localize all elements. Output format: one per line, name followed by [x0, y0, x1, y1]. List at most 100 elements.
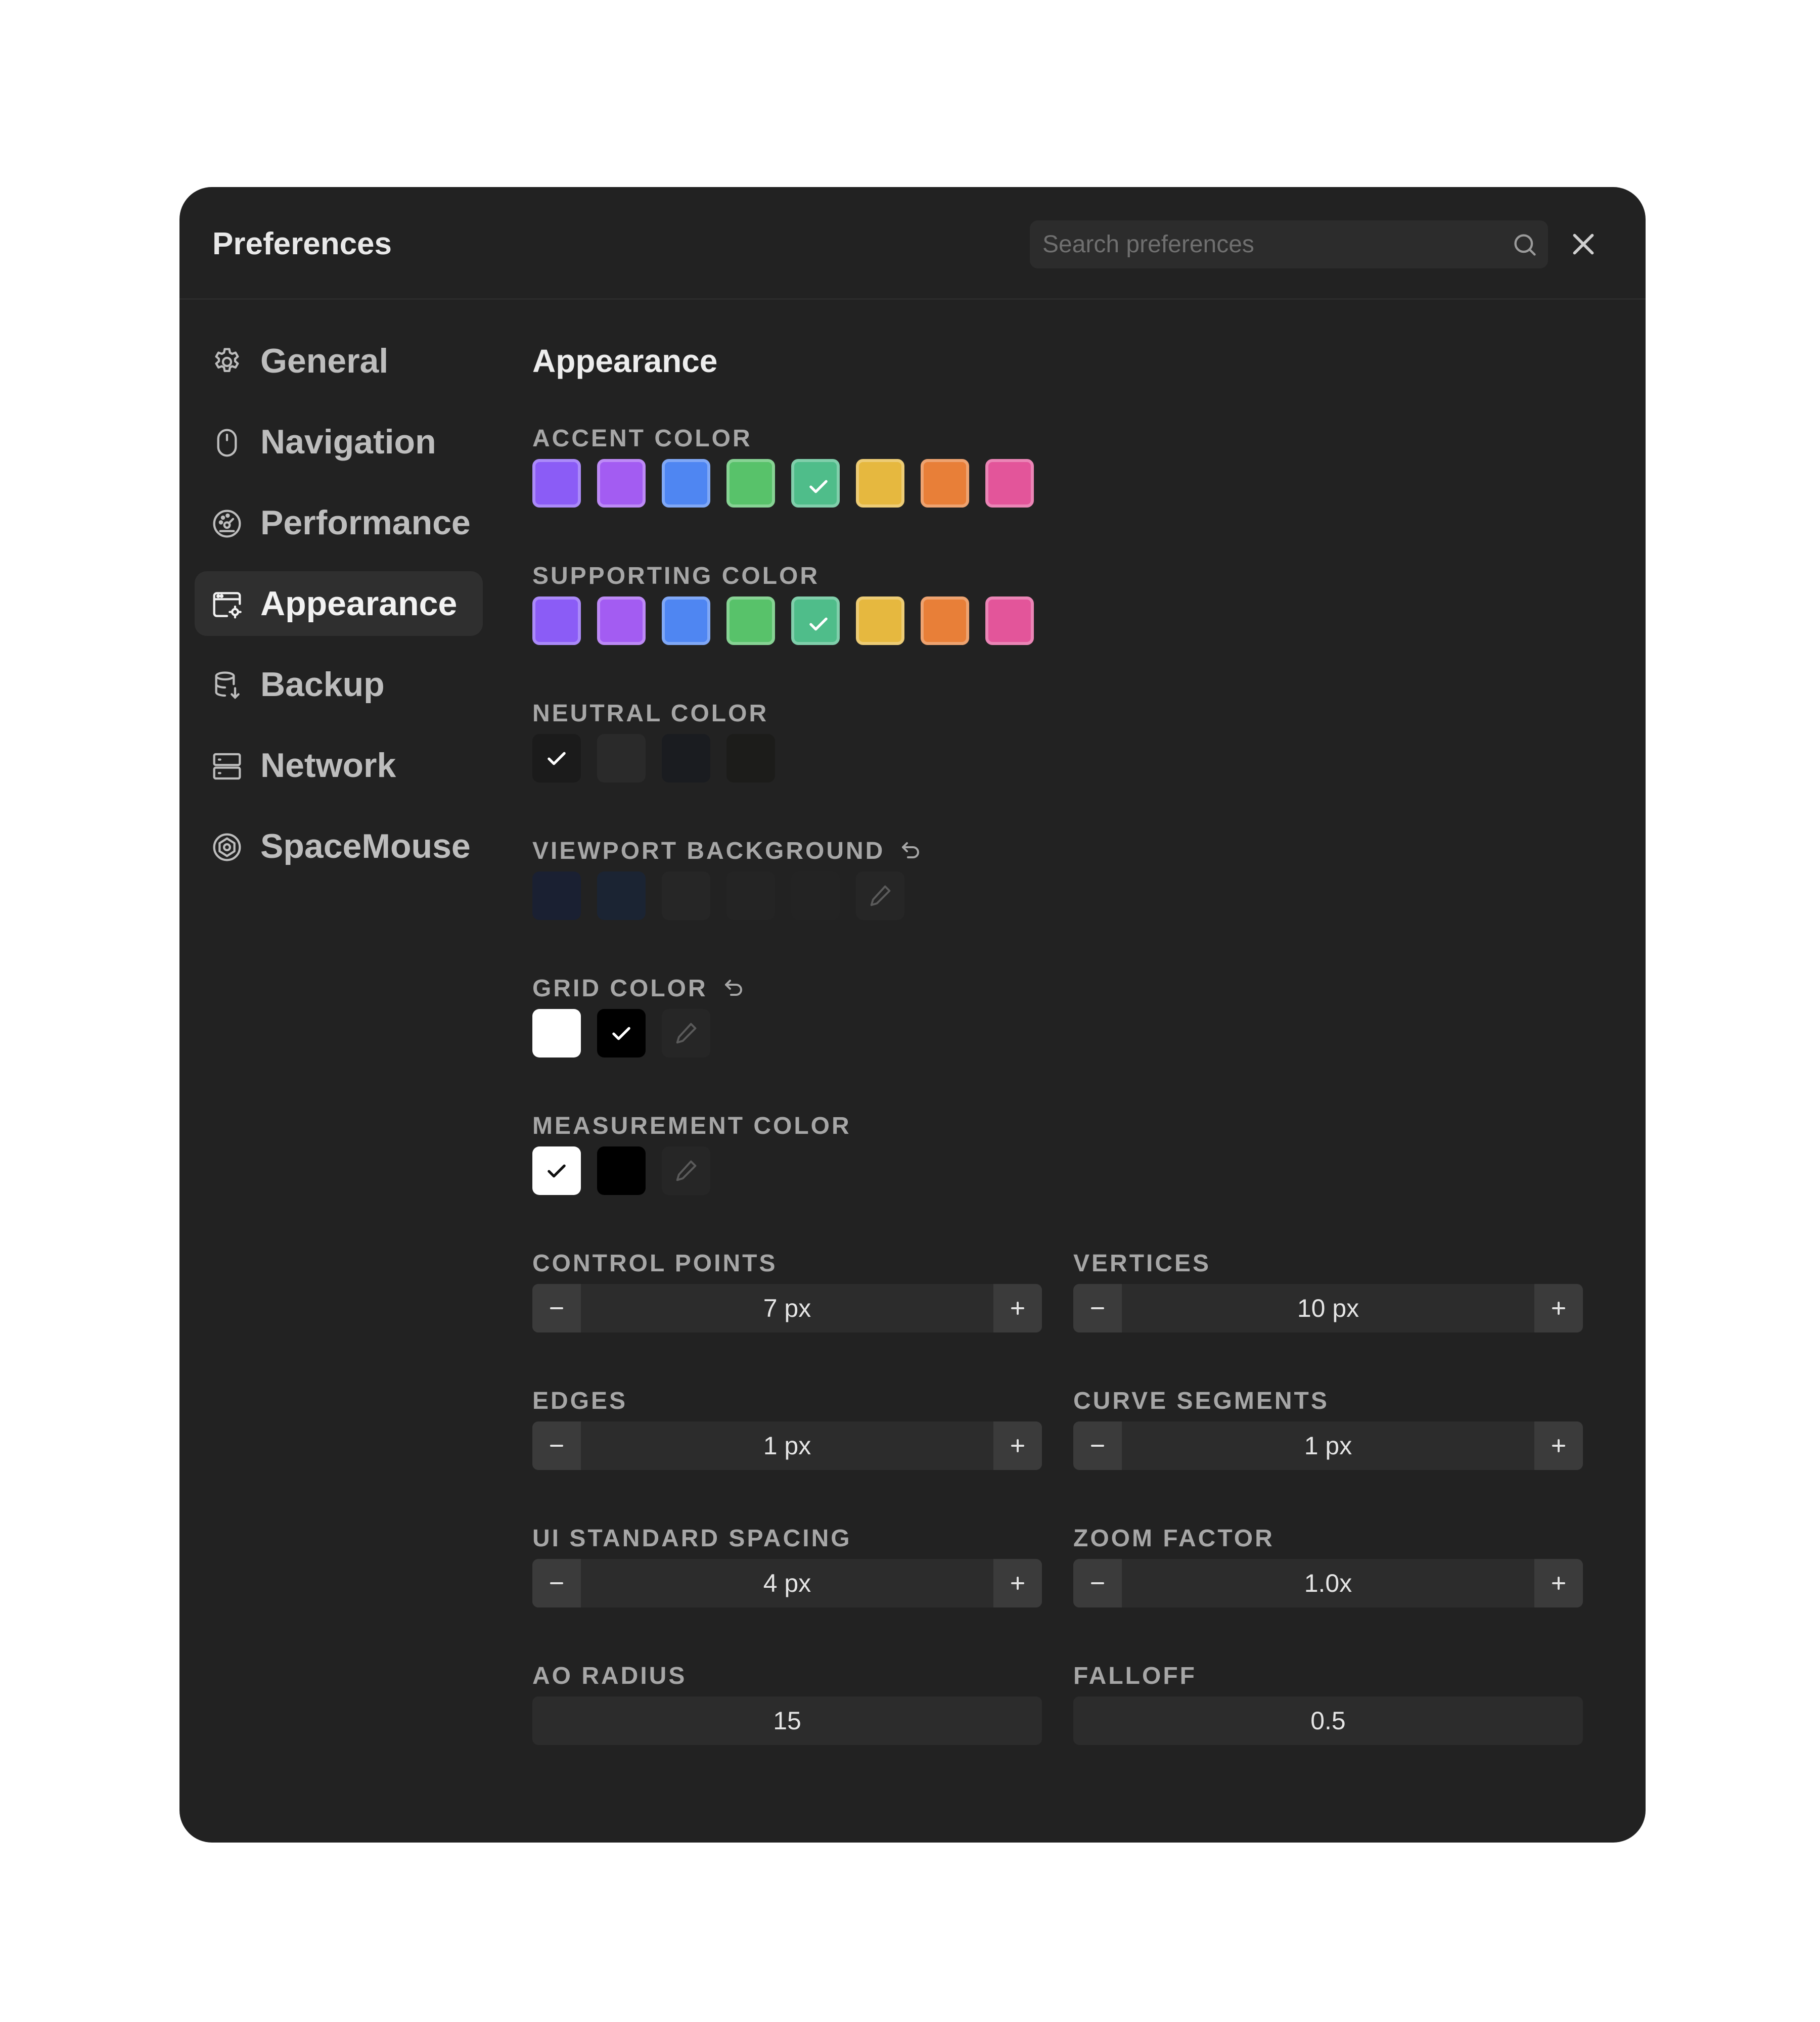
- sidebar-item-navigation[interactable]: Navigation: [195, 409, 483, 474]
- grid-color-label-text: GRID COLOR: [532, 975, 708, 1002]
- plus-icon: [1552, 1439, 1566, 1453]
- minus-icon: [1090, 1307, 1105, 1310]
- sidebar: General Navigation Performance Appearanc…: [195, 329, 483, 895]
- sidebar-item-performance[interactable]: Performance: [195, 490, 483, 555]
- color-swatch[interactable]: [532, 1146, 581, 1195]
- color-swatch[interactable]: [532, 596, 581, 645]
- color-swatch[interactable]: [985, 459, 1034, 508]
- color-swatch[interactable]: [921, 596, 969, 645]
- decrement-button[interactable]: [532, 1284, 581, 1332]
- color-swatch[interactable]: [726, 734, 775, 783]
- window-settings-icon: [213, 592, 242, 619]
- color-swatch[interactable]: [532, 459, 581, 508]
- color-swatch[interactable]: [597, 1146, 646, 1195]
- reset-icon[interactable]: [899, 838, 923, 862]
- sidebar-item-appearance[interactable]: Appearance: [195, 571, 483, 636]
- increment-button[interactable]: [1534, 1559, 1583, 1607]
- decrement-button[interactable]: [532, 1421, 581, 1470]
- decrement-button[interactable]: [1073, 1421, 1122, 1470]
- check-icon: [612, 1027, 630, 1040]
- curve-segments-stepper: 1 px: [1073, 1421, 1583, 1470]
- color-swatch[interactable]: [921, 459, 969, 508]
- color-swatch[interactable]: [597, 1009, 646, 1058]
- color-swatch[interactable]: [597, 734, 646, 783]
- check-icon: [809, 617, 828, 631]
- neutral-color-label: NEUTRAL COLOR: [532, 700, 769, 727]
- curve-segments-value[interactable]: 1 px: [1122, 1421, 1534, 1470]
- vertices-value[interactable]: 10 px: [1122, 1284, 1534, 1332]
- edges-stepper: 1 px: [532, 1421, 1042, 1470]
- sidebar-item-network[interactable]: Network: [195, 733, 483, 798]
- custom-color-button[interactable]: [662, 1009, 710, 1058]
- zoom-factor-label: ZOOM FACTOR: [1073, 1525, 1275, 1552]
- accent-color-label: ACCENT COLOR: [532, 425, 752, 452]
- color-swatch[interactable]: [726, 871, 775, 920]
- sidebar-item-backup[interactable]: Backup: [195, 652, 483, 717]
- custom-color-button[interactable]: [662, 1146, 710, 1195]
- check-icon: [548, 1164, 566, 1178]
- color-swatch[interactable]: [597, 596, 646, 645]
- color-swatch[interactable]: [532, 1009, 581, 1058]
- falloff-label: FALLOFF: [1073, 1663, 1197, 1689]
- color-swatch[interactable]: [662, 596, 710, 645]
- preferences-dialog: Preferences General Navigatio: [179, 187, 1646, 1843]
- sidebar-item-general[interactable]: General: [195, 329, 483, 393]
- color-swatch[interactable]: [791, 596, 840, 645]
- falloff-field[interactable]: 0.5: [1073, 1696, 1583, 1745]
- viewport-background-label: VIEWPORT BACKGROUND: [532, 836, 923, 866]
- sidebar-item-label: SpaceMouse: [260, 827, 471, 865]
- color-swatch[interactable]: [532, 871, 581, 920]
- color-swatch[interactable]: [985, 596, 1034, 645]
- color-swatch[interactable]: [791, 459, 840, 508]
- search-input[interactable]: [1030, 220, 1485, 268]
- color-swatch[interactable]: [597, 459, 646, 508]
- color-swatch[interactable]: [856, 596, 904, 645]
- increment-button[interactable]: [1534, 1284, 1583, 1332]
- close-icon[interactable]: [1566, 226, 1601, 262]
- edges-value[interactable]: 1 px: [581, 1421, 993, 1470]
- dialog-title: Preferences: [212, 226, 392, 261]
- control-points-value[interactable]: 7 px: [581, 1284, 993, 1332]
- decrement-button[interactable]: [1073, 1559, 1122, 1607]
- pencil-icon: [676, 1160, 697, 1181]
- ao-radius-label: AO RADIUS: [532, 1663, 687, 1689]
- zoom-factor-value[interactable]: 1.0x: [1122, 1559, 1534, 1607]
- measurement-color-label: MEASUREMENT COLOR: [532, 1113, 851, 1139]
- sidebar-item-label: General: [260, 342, 389, 380]
- minus-icon: [550, 1444, 564, 1447]
- search-box[interactable]: [1030, 220, 1548, 268]
- decrement-button[interactable]: [532, 1559, 581, 1607]
- check-icon: [548, 752, 566, 765]
- ao-radius-field[interactable]: 15: [532, 1696, 1042, 1745]
- ui-standard-spacing-value[interactable]: 4 px: [581, 1559, 993, 1607]
- color-swatch[interactable]: [597, 871, 646, 920]
- increment-button[interactable]: [993, 1559, 1042, 1607]
- increment-button[interactable]: [993, 1284, 1042, 1332]
- plus-icon: [1011, 1439, 1025, 1453]
- minus-icon: [550, 1307, 564, 1310]
- grid-color-label: GRID COLOR: [532, 974, 746, 1004]
- color-swatch[interactable]: [791, 871, 840, 920]
- increment-button[interactable]: [993, 1421, 1042, 1470]
- color-swatch[interactable]: [726, 459, 775, 508]
- color-swatch[interactable]: [662, 871, 710, 920]
- color-swatch[interactable]: [662, 459, 710, 508]
- viewport-background-label-text: VIEWPORT BACKGROUND: [532, 838, 885, 864]
- color-swatch[interactable]: [726, 596, 775, 645]
- color-swatch[interactable]: [532, 734, 581, 783]
- pencil-icon: [676, 1023, 697, 1044]
- reset-icon[interactable]: [722, 976, 746, 1000]
- zoom-factor-stepper: 1.0x: [1073, 1559, 1583, 1607]
- increment-button[interactable]: [1534, 1421, 1583, 1470]
- dashboard-icon: [213, 510, 241, 538]
- search-icon[interactable]: [1512, 232, 1538, 258]
- plus-icon: [1552, 1301, 1566, 1315]
- plus-icon: [1011, 1301, 1025, 1315]
- color-swatch[interactable]: [662, 734, 710, 783]
- color-swatch[interactable]: [856, 459, 904, 508]
- sidebar-item-spacemouse[interactable]: SpaceMouse: [195, 814, 483, 879]
- database-icon: [215, 671, 240, 700]
- custom-color-button[interactable]: [856, 871, 904, 920]
- decrement-button[interactable]: [1073, 1284, 1122, 1332]
- sidebar-item-label: Network: [260, 746, 396, 785]
